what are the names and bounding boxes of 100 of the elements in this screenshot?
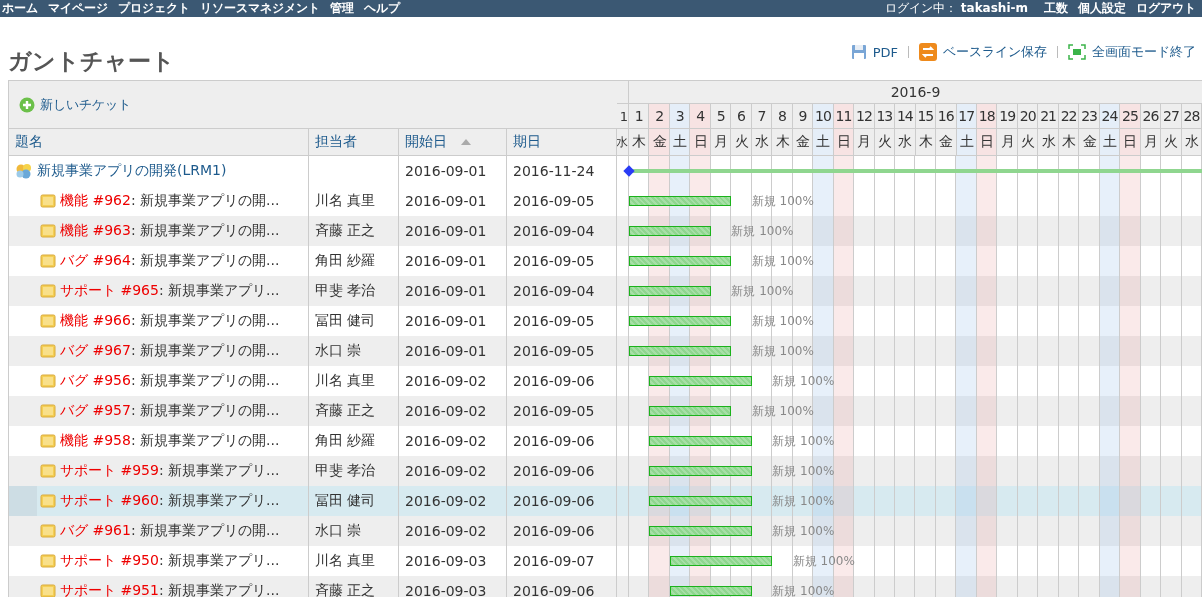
column-header[interactable]: 題名 xyxy=(9,129,309,155)
menu-link[interactable]: ヘルプ xyxy=(364,0,400,17)
ticket-row[interactable]: サポート #965: 新規事業アプリ... 甲斐 孝治 2016-09-01 2016-09-04 xyxy=(9,276,617,306)
user-link[interactable]: takashi-m xyxy=(960,0,1028,17)
weekday-label: 金 xyxy=(649,129,670,155)
status-label: 新規 100% xyxy=(751,342,814,360)
ticket-title: : 新規事業アプリの開... xyxy=(130,222,280,240)
ticket-row[interactable]: バグ #967: 新規事業アプリの開... 水口 崇 2016-09-01 2016-09-05 xyxy=(9,336,617,366)
column-header[interactable]: 担当者 xyxy=(309,129,399,155)
ticket-row[interactable]: サポート #959: 新規事業アプリ... 甲斐 孝治 2016-09-02 2016-09-06 xyxy=(9,456,617,486)
menu-link[interactable]: 管理 xyxy=(330,0,354,17)
project-icon xyxy=(15,163,33,179)
ticket-link[interactable]: 機能 #958 xyxy=(60,432,131,450)
weekday-label: 日 xyxy=(833,129,855,155)
ticket-row[interactable]: サポート #960: 新規事業アプリ... 冨田 健司 2016-09-02 2016-09-06 xyxy=(9,486,617,516)
menu-link[interactable]: マイページ xyxy=(48,0,108,17)
ticket-icon xyxy=(40,373,56,389)
new-ticket-link[interactable]: 新しいチケット xyxy=(19,95,131,114)
account-link[interactable]: 個人設定 xyxy=(1078,0,1126,17)
account-link[interactable]: ログアウト xyxy=(1136,0,1196,17)
ticket-link[interactable]: サポート #950 xyxy=(60,552,159,570)
status-label: 新規 100% xyxy=(772,462,835,480)
ticket-title: : 新規事業アプリの開... xyxy=(130,522,280,540)
day-label: 4 xyxy=(690,104,711,128)
column-header[interactable]: 開始日 xyxy=(399,129,507,155)
weekday-label: 日 xyxy=(976,129,998,155)
month-label: 2016-9 xyxy=(889,83,942,102)
day-label: 11 xyxy=(833,104,855,128)
action-link[interactable]: PDF xyxy=(850,44,898,60)
weekday-label: 月 xyxy=(854,129,875,155)
ticket-link[interactable]: サポート #965 xyxy=(60,282,159,300)
day-label: 26 xyxy=(1140,104,1162,128)
ticket-icon xyxy=(40,433,56,449)
status-label: 新規 100% xyxy=(772,372,835,390)
weekday-label: 土 xyxy=(813,129,834,155)
ticket-link[interactable]: バグ #961 xyxy=(60,522,131,540)
weekday-label: 土 xyxy=(1099,129,1121,155)
account-link[interactable]: 工数 xyxy=(1044,0,1068,17)
ticket-icon xyxy=(40,193,56,209)
ticket-link[interactable]: バグ #957 xyxy=(60,402,131,420)
day-label: 13 xyxy=(874,104,896,128)
ticket-title: : 新規事業アプリの開... xyxy=(130,312,280,330)
ticket-link[interactable]: バグ #956 xyxy=(60,372,131,390)
ticket-icon xyxy=(40,313,56,329)
ticket-link[interactable]: バグ #964 xyxy=(60,252,131,270)
day-label: 8 xyxy=(772,104,793,128)
day-label: 19 xyxy=(997,104,1018,128)
weekday-label: 火 xyxy=(874,129,896,155)
sort-icon xyxy=(461,139,471,145)
swap-icon xyxy=(919,43,937,61)
ticket-link[interactable]: サポート #960 xyxy=(60,492,159,510)
day-label: 5 xyxy=(710,104,732,128)
action-link[interactable]: ベースライン保存 xyxy=(919,43,1047,61)
day-label: 27 xyxy=(1161,104,1182,128)
ticket-row[interactable]: バグ #961: 新規事業アプリの開... 水口 崇 2016-09-02 2016-09-06 xyxy=(9,516,617,546)
weekday-label: 金 xyxy=(1079,129,1100,155)
weekday-label: 土 xyxy=(669,129,691,155)
day-label: 17 xyxy=(956,104,977,128)
ticket-link[interactable]: バグ #967 xyxy=(60,342,131,360)
weekday-label: 月 xyxy=(997,129,1018,155)
menu-link[interactable]: プロジェクト xyxy=(118,0,190,17)
ticket-row[interactable]: 機能 #963: 新規事業アプリの開... 斉藤 正之 2016-09-01 2016-09-04 xyxy=(9,216,617,246)
ticket-title: : 新規事業アプリの開... xyxy=(130,252,280,270)
weekday-label: 月 xyxy=(1140,129,1162,155)
ticket-icon xyxy=(40,343,56,359)
day-label: 22 xyxy=(1058,104,1080,128)
ticket-link[interactable]: サポート #951 xyxy=(60,582,159,597)
day-label: 6 xyxy=(731,104,752,128)
status-label: 新規 100% xyxy=(751,312,814,330)
ticket-icon xyxy=(40,463,56,479)
menu-link[interactable]: ホーム xyxy=(2,0,38,17)
ticket-link[interactable]: 機能 #966 xyxy=(60,312,131,330)
weekday-label: 水 xyxy=(895,129,916,155)
action-link[interactable]: 全画面モード終了 xyxy=(1068,43,1196,61)
day-label: 23 xyxy=(1079,104,1100,128)
ticket-link[interactable]: 機能 #962 xyxy=(60,192,131,210)
status-label: 新規 100% xyxy=(751,252,814,270)
day-label: 25 xyxy=(1120,104,1141,128)
day-label: 18 xyxy=(976,104,998,128)
day-label: 10 xyxy=(813,104,834,128)
status-label: 新規 100% xyxy=(731,282,794,300)
menu-link[interactable]: リソースマネジメント xyxy=(200,0,320,17)
day-label: 1 xyxy=(619,108,628,124)
weekday-label: 火 xyxy=(1161,129,1182,155)
status-label: 新規 100% xyxy=(772,492,835,510)
floppy-icon xyxy=(850,44,867,60)
status-label: 新規 100% xyxy=(751,402,814,420)
status-label: 新規 100% xyxy=(772,582,835,597)
ticket-link[interactable]: サポート #959 xyxy=(60,462,159,480)
day-label: 21 xyxy=(1038,104,1059,128)
ticket-link[interactable]: 機能 #963 xyxy=(60,222,131,240)
status-label: 新規 100% xyxy=(751,192,814,210)
ticket-title: : 新規事業アプリ... xyxy=(158,582,280,597)
day-label: 24 xyxy=(1099,104,1121,128)
ticket-row[interactable]: バグ #957: 新規事業アプリの開... 斉藤 正之 2016-09-02 2016-09-05 xyxy=(9,396,617,426)
project-link[interactable]: 新規事業アプリの開発(LRM1) xyxy=(37,162,227,180)
ticket-row[interactable]: サポート #951: 新規事業アプリ... 斉藤 正之 2016-09-03 2016-09-06 xyxy=(9,576,617,597)
ticket-icon xyxy=(40,223,56,239)
weekday-label: 木 xyxy=(1058,129,1080,155)
status-label: 新規 100% xyxy=(792,552,855,570)
